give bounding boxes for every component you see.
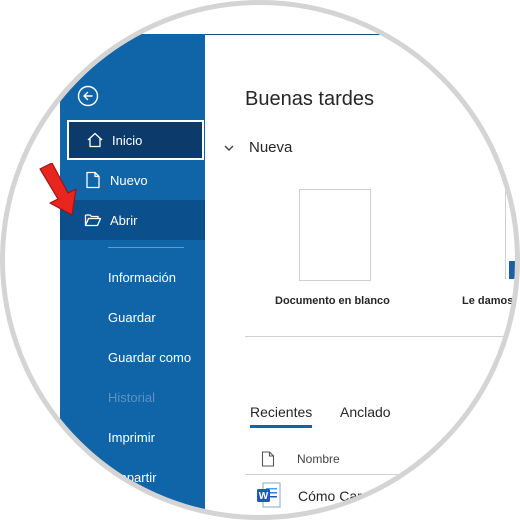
sidebar-divider [108,247,184,248]
nav-label: Abrir [110,212,138,228]
nav-label: Inicio [112,132,143,148]
new-section-header[interactable]: Nueva [223,139,292,156]
blank-document-template[interactable] [299,189,371,281]
svg-text:W: W [259,491,269,502]
backstage-sidebar: Inicio Nuevo Abrir Información Guardar G… [60,34,205,516]
back-button[interactable] [77,85,99,107]
chevron-down-icon [224,145,234,151]
zoom-circle: Inicio Nuevo Abrir Información Guardar G… [4,4,516,516]
divider [245,336,516,337]
column-name[interactable]: Nombre [297,452,340,466]
sidebar-item-informacion[interactable]: Información [108,270,176,285]
template-label: Le damos [462,295,514,307]
sidebar-item-guardar[interactable]: Guardar [108,310,156,325]
back-arrow-icon [77,85,99,107]
nav-label: Nuevo [110,172,148,188]
sidebar-item-historial: Historial [108,390,155,405]
top-border [205,34,380,35]
nav-inicio[interactable]: Inicio [67,120,204,160]
sidebar-item-compartir[interactable]: mpartir [116,470,156,485]
file-type-icon [261,451,275,467]
main-panel: Buenas tardes Nueva Documento en blanco … [205,34,516,516]
sidebar-item-imprimir[interactable]: Imprimir [108,430,155,445]
file-name: Cómo Car [298,488,362,504]
template-label: Documento en blanco [275,295,390,307]
tab-recientes[interactable]: Recientes [250,404,313,428]
list-item[interactable]: W Cómo Car [245,481,516,511]
tour-template[interactable] [505,189,516,279]
tab-anclado[interactable]: Anclado [340,404,391,420]
word-document-icon: W [256,482,282,510]
home-icon [84,129,106,151]
page-title: Buenas tardes [245,88,374,110]
section-title: Nueva [249,139,293,156]
sidebar-item-guardar-como[interactable]: Guardar como [108,350,191,365]
red-pointer-arrow-icon [38,162,86,219]
file-list-header: Nombre [245,444,516,475]
